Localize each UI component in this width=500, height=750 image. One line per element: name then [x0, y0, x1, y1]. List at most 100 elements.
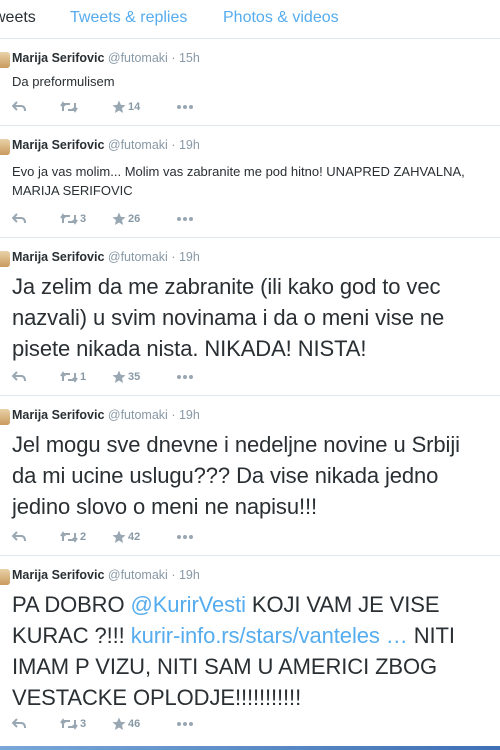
favorite-button[interactable]: 35: [112, 369, 140, 384]
author-handle[interactable]: @futomaki: [108, 568, 168, 582]
separator-dot: ·: [171, 408, 176, 422]
reply-button[interactable]: [11, 369, 26, 383]
tab-tweets-and-replies[interactable]: Tweets & replies: [70, 9, 187, 27]
reply-button[interactable]: [11, 211, 26, 225]
retweet-count: 2: [80, 530, 87, 543]
favorite-button[interactable]: 42: [112, 529, 140, 544]
favorite-count: 46: [128, 717, 141, 730]
star-icon: [112, 369, 126, 383]
favorite-count: 42: [128, 530, 141, 543]
retweet-icon: [60, 369, 78, 383]
tweet[interactable]: Marija Serifovic @futomaki · 19h Evo ja …: [0, 126, 500, 238]
avatar[interactable]: [0, 52, 10, 68]
tweet-text: Ja zelim da me zabranite (ili kako god t…: [12, 274, 445, 361]
author-handle[interactable]: @futomaki: [108, 51, 168, 65]
tweet-header: Marija Serifovic @futomaki · 19h: [12, 568, 200, 582]
retweet-button[interactable]: 3: [60, 716, 86, 730]
retweet-icon: [60, 529, 78, 543]
tweet[interactable]: Marija Serifovic @futomaki · 19h Ja zeli…: [0, 238, 500, 396]
author-handle[interactable]: @futomaki: [108, 408, 168, 422]
reply-arrow-icon: [11, 369, 26, 383]
author-handle[interactable]: @futomaki: [108, 138, 168, 152]
reply-arrow-icon: [11, 716, 26, 730]
reply-button[interactable]: [11, 99, 26, 113]
more-button[interactable]: [176, 99, 194, 113]
more-button[interactable]: [176, 716, 194, 730]
more-dots-icon: [176, 211, 194, 225]
retweet-button[interactable]: 3: [60, 211, 86, 225]
author-name[interactable]: Marija Serifovic: [12, 250, 104, 264]
more-button[interactable]: [176, 529, 194, 543]
url-link[interactable]: kurir-info.rs/stars/vanteles …: [131, 623, 408, 648]
tweet-actions: 14: [11, 99, 312, 115]
avatar[interactable]: [0, 139, 10, 155]
tweet-header: Marija Serifovic @futomaki · 19h: [12, 250, 200, 264]
more-dots-icon: [176, 716, 194, 730]
tweet-header: Marija Serifovic @futomaki · 19h: [12, 408, 200, 422]
tweet-header: Marija Serifovic @futomaki · 15h: [12, 51, 200, 65]
retweet-button[interactable]: 2: [60, 529, 86, 543]
star-icon: [112, 716, 126, 730]
more-button[interactable]: [176, 369, 194, 383]
retweet-count: 3: [80, 717, 87, 730]
tweet-actions: 3 26: [11, 211, 312, 227]
timestamp[interactable]: 19h: [179, 568, 200, 582]
reply-button[interactable]: [11, 529, 26, 543]
author-name[interactable]: Marija Serifovic: [12, 568, 104, 582]
favorite-count: 26: [128, 212, 141, 225]
retweet-icon: [60, 99, 78, 113]
tweet-actions: 1 35: [11, 369, 312, 385]
tweet-actions: 3 46: [11, 716, 312, 732]
more-dots-icon: [176, 369, 194, 383]
retweet-icon: [60, 716, 78, 730]
timestamp[interactable]: 19h: [179, 250, 200, 264]
retweet-count: 3: [80, 212, 87, 225]
author-name[interactable]: Marija Serifovic: [12, 408, 104, 422]
retweet-icon: [60, 211, 78, 225]
favorite-button[interactable]: 14: [112, 99, 140, 114]
more-button[interactable]: [176, 211, 194, 225]
retweet-button[interactable]: [60, 99, 80, 113]
profile-tabs: weets Tweets & replies Photos & videos: [0, 0, 500, 39]
timestamp[interactable]: 19h: [179, 408, 200, 422]
separator-dot: ·: [171, 568, 176, 582]
reply-arrow-icon: [11, 211, 26, 225]
star-icon: [112, 99, 126, 113]
tweet-actions: 2 42: [11, 529, 312, 545]
separator-dot: ·: [171, 51, 176, 65]
tab-tweets[interactable]: weets: [0, 9, 36, 27]
avatar[interactable]: [0, 251, 10, 267]
tweet-header: Marija Serifovic @futomaki · 19h: [12, 138, 200, 152]
timestamp[interactable]: 15h: [179, 51, 200, 65]
more-dots-icon: [176, 529, 194, 543]
star-icon: [112, 211, 126, 225]
separator-dot: ·: [171, 250, 176, 264]
tweet-text: Da preformulisem: [12, 74, 115, 89]
avatar[interactable]: [0, 409, 10, 425]
favorite-count: 14: [128, 100, 141, 113]
tweet[interactable]: Marija Serifovic @futomaki · 19h Jel mog…: [0, 396, 500, 556]
tweet-text: Evo ja vas molim... Molim vas zabranite …: [12, 164, 465, 198]
author-name[interactable]: Marija Serifovic: [12, 51, 104, 65]
favorite-button[interactable]: 26: [112, 211, 140, 226]
star-icon: [112, 529, 126, 543]
timestamp[interactable]: 19h: [179, 138, 200, 152]
favorite-count: 35: [128, 370, 141, 383]
more-dots-icon: [176, 99, 194, 113]
retweet-count: 1: [80, 370, 87, 383]
tab-photos-and-videos[interactable]: Photos & videos: [223, 9, 339, 27]
reply-arrow-icon: [11, 529, 26, 543]
reply-button[interactable]: [11, 716, 26, 730]
favorite-button[interactable]: 46: [112, 716, 140, 731]
tweet-text: Jel mogu sve dnevne i nedeljne novine u …: [12, 432, 460, 519]
tweet-text: PA DOBRO @KurirVesti KOJI VAM JE VISE KU…: [12, 589, 490, 713]
author-name[interactable]: Marija Serifovic: [12, 138, 104, 152]
mention-link[interactable]: @KurirVesti: [131, 592, 246, 617]
tweet[interactable]: Marija Serifovic @futomaki · 19h PA DOBR…: [0, 556, 500, 746]
tweet[interactable]: Marija Serifovic @futomaki · 15h Da pref…: [0, 39, 500, 126]
separator-dot: ·: [171, 138, 176, 152]
retweet-button[interactable]: 1: [60, 369, 86, 383]
tweet-text-segment: PA DOBRO: [12, 592, 131, 617]
author-handle[interactable]: @futomaki: [108, 250, 168, 264]
avatar[interactable]: [0, 569, 10, 585]
